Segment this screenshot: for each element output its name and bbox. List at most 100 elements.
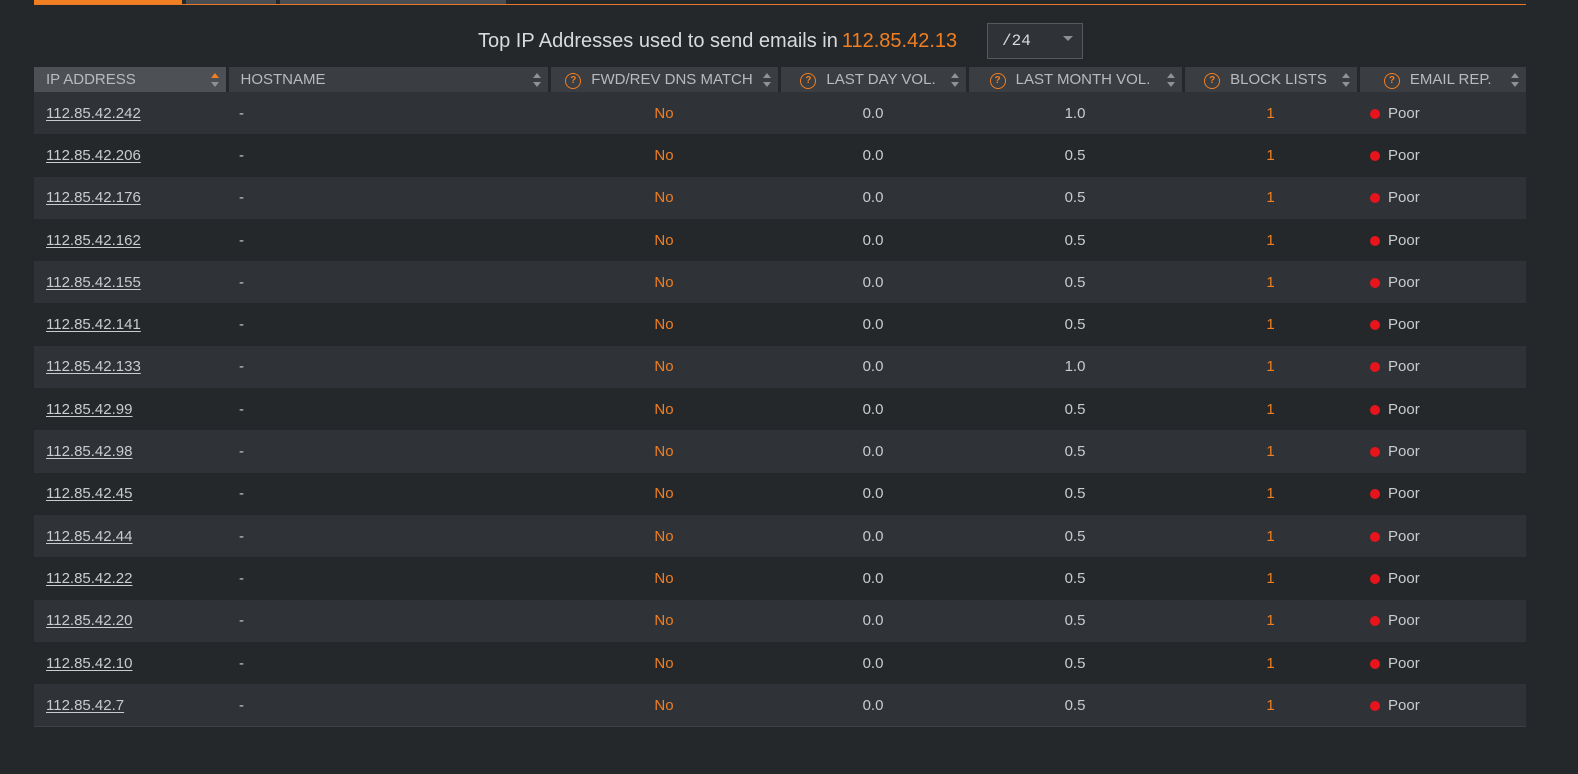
column-header-label: LAST MONTH VOL.: [1015, 70, 1151, 88]
dns-match-cell: No: [549, 261, 779, 304]
ip-link[interactable]: 112.85.42.206: [46, 147, 141, 164]
sort-arrows-icon[interactable]: [762, 73, 771, 87]
column-header-ip-address[interactable]: IP ADDRESS: [34, 67, 229, 92]
email-rep-cell: Poor: [1358, 92, 1526, 135]
dns-match-cell: No: [549, 514, 779, 558]
ip-link[interactable]: 112.85.42.176: [46, 189, 141, 206]
sort-arrows-icon[interactable]: [532, 73, 541, 87]
ip-link[interactable]: 112.85.42.99: [46, 401, 132, 418]
last-month-vol-cell: 0.5: [967, 557, 1183, 600]
status-dot-icon: [1370, 362, 1380, 373]
help-circle-icon[interactable]: ?: [800, 72, 817, 89]
ip-link[interactable]: 112.85.42.44: [46, 528, 132, 545]
block-lists-cell: 1: [1183, 641, 1358, 685]
tab-3[interactable]: [280, 0, 506, 4]
column-header-dns-match[interactable]: ? FWD/REV DNS MATCH: [549, 67, 781, 92]
ip-link[interactable]: 112.85.42.20: [46, 612, 132, 629]
ip-cell: 112.85.42.7: [34, 684, 227, 727]
status-dot-icon: [1370, 404, 1380, 415]
hostname-cell: -: [227, 134, 549, 177]
table-row: 112.85.42.44 - No 0.0 0.5 1 Poor: [34, 514, 1526, 558]
column-header-hostname[interactable]: HOSTNAME: [227, 67, 551, 92]
email-rep-cell: Poor: [1358, 684, 1526, 727]
ip-link[interactable]: 112.85.42.155: [46, 274, 141, 291]
help-circle-icon[interactable]: ?: [1383, 72, 1400, 89]
ip-cell: 112.85.42.98: [34, 430, 227, 473]
table-row: 112.85.42.99 - No 0.0 0.5 1 Poor: [34, 388, 1526, 431]
tab-strip: [34, 0, 1526, 5]
ip-link[interactable]: 112.85.42.7: [46, 697, 124, 714]
dns-match-cell: No: [549, 218, 779, 262]
table-row: 112.85.42.155 - No 0.0 0.5 1 Poor: [34, 261, 1526, 304]
sort-arrows-icon[interactable]: [1511, 73, 1519, 87]
ip-cell: 112.85.42.20: [34, 599, 227, 642]
title-ip: 112.85.42.13: [841, 30, 958, 52]
email-rep-cell: Poor: [1358, 303, 1526, 346]
last-month-vol-cell: 0.5: [967, 303, 1183, 346]
ip-link[interactable]: 112.85.42.98: [46, 443, 132, 460]
sort-arrows-icon[interactable]: [1341, 73, 1350, 87]
block-lists-cell: 1: [1183, 303, 1358, 346]
dns-match-cell: No: [549, 472, 779, 515]
hostname-cell: -: [227, 261, 549, 304]
email-rep-cell: Poor: [1358, 345, 1526, 389]
column-header-last-day-vol[interactable]: ? LAST DAY VOL.: [779, 67, 969, 92]
column-header-last-month-vol[interactable]: ? LAST MONTH VOL.: [967, 67, 1185, 92]
sort-arrows-icon[interactable]: [950, 73, 959, 87]
last-day-vol-cell: 0.0: [779, 599, 967, 642]
ip-link[interactable]: 112.85.42.162: [46, 232, 141, 249]
sort-arrows-icon[interactable]: [210, 73, 219, 87]
table-row: 112.85.42.7 - No 0.0 0.5 1 Poor: [34, 684, 1526, 727]
block-lists-cell: 1: [1183, 176, 1358, 219]
help-circle-icon[interactable]: ?: [565, 72, 582, 89]
page: Top IP Addresses used to send emails in 1…: [0, 0, 1578, 774]
table-row: 112.85.42.20 - No 0.0 0.5 1 Poor: [34, 599, 1526, 642]
ip-link[interactable]: 112.85.42.45: [46, 485, 132, 502]
dns-match-cell: No: [549, 641, 779, 685]
ip-cell: 112.85.42.176: [34, 176, 227, 219]
hostname-cell: -: [227, 684, 549, 727]
tab-active[interactable]: [34, 0, 182, 4]
subnet-select[interactable]: /24: [987, 23, 1083, 59]
ip-link[interactable]: 112.85.42.10: [46, 655, 132, 672]
ip-cell: 112.85.42.242: [34, 92, 227, 135]
ip-cell: 112.85.42.206: [34, 134, 227, 177]
column-header-block-lists[interactable]: ? BLOCK LISTS: [1183, 67, 1360, 92]
ip-link[interactable]: 112.85.42.133: [46, 358, 141, 375]
ip-link[interactable]: 112.85.42.22: [46, 570, 132, 587]
dns-match-cell: No: [549, 176, 779, 219]
table-row: 112.85.42.242 - No 0.0 1.0 1 Poor: [34, 92, 1526, 135]
email-rep-label: Poor: [1388, 358, 1420, 376]
column-header-email-rep[interactable]: ? EMAIL REP.: [1358, 67, 1526, 92]
last-month-vol-cell: 0.5: [967, 388, 1183, 431]
help-circle-icon[interactable]: ?: [1204, 72, 1221, 89]
email-rep-label: Poor: [1388, 485, 1420, 503]
dns-match-cell: No: [549, 134, 779, 177]
ip-cell: 112.85.42.141: [34, 303, 227, 346]
email-rep-label: Poor: [1388, 146, 1420, 164]
tab-2[interactable]: [186, 0, 276, 4]
email-rep-cell: Poor: [1358, 557, 1526, 600]
help-circle-icon[interactable]: ?: [989, 72, 1006, 89]
last-month-vol-cell: 0.5: [967, 514, 1183, 558]
hostname-cell: -: [227, 514, 549, 558]
last-day-vol-cell: 0.0: [779, 261, 967, 304]
page-title: Top IP Addresses used to send emails in 1…: [478, 30, 957, 53]
last-month-vol-cell: 0.5: [967, 261, 1183, 304]
column-header-label: FWD/REV DNS MATCH: [591, 70, 753, 88]
table-body: 112.85.42.242- No 0.0 1.0 1 Poor 112.85.42.206…: [34, 92, 1526, 727]
status-dot-icon: [1370, 616, 1380, 627]
last-day-vol-cell: 0.0: [779, 388, 967, 431]
email-rep-cell: Poor: [1358, 430, 1526, 473]
dns-match-cell: No: [549, 599, 779, 642]
email-rep-label: Poor: [1388, 696, 1420, 714]
ip-link[interactable]: 112.85.42.141: [46, 316, 141, 333]
status-dot-icon: [1370, 320, 1380, 331]
block-lists-cell: 1: [1183, 388, 1358, 431]
last-day-vol-cell: 0.0: [779, 176, 967, 219]
ip-link[interactable]: 112.85.42.242: [46, 105, 141, 122]
hostname-cell: -: [227, 388, 549, 431]
table-row: 112.85.42.141 - No 0.0 0.5 1 Poor: [34, 303, 1526, 346]
block-lists-cell: 1: [1183, 472, 1358, 515]
sort-arrows-icon[interactable]: [1166, 73, 1175, 87]
